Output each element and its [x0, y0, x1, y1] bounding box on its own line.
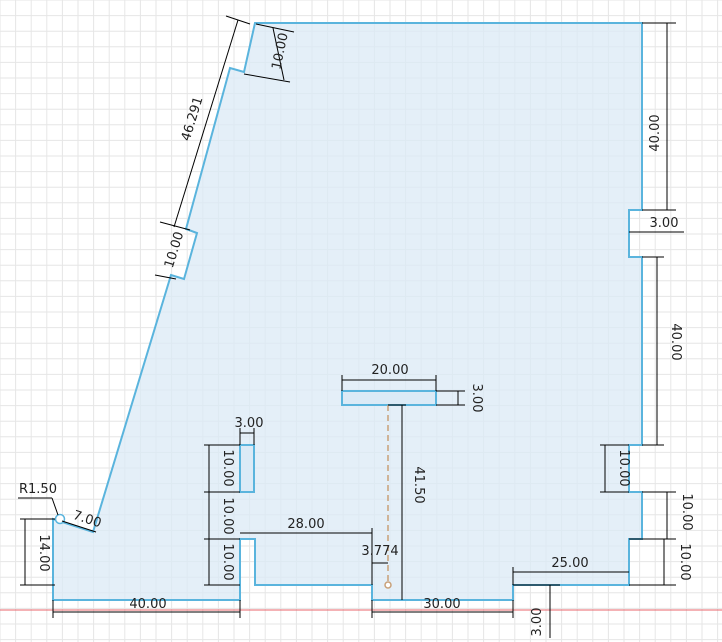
svg-text:10.00: 10.00 [677, 543, 692, 580]
svg-text:3.774: 3.774 [361, 544, 398, 559]
dim-slant-notch[interactable]: 10.00 [154, 221, 191, 280]
svg-text:25.00: 25.00 [551, 556, 588, 571]
svg-text:3.00: 3.00 [650, 216, 679, 231]
svg-text:20.00: 20.00 [371, 363, 408, 378]
svg-text:40.00: 40.00 [129, 597, 166, 612]
dim-left-stack[interactable]: 10.00 10.00 10.00 [204, 444, 240, 586]
fillet-circle[interactable] [54, 513, 66, 525]
svg-text:R1.50: R1.50 [19, 482, 57, 497]
svg-text:3.00: 3.00 [235, 416, 264, 431]
svg-text:30.00: 30.00 [423, 597, 460, 612]
svg-text:10.00: 10.00 [220, 449, 235, 486]
svg-text:10.00: 10.00 [220, 543, 235, 580]
svg-text:3.00: 3.00 [469, 384, 484, 413]
top-slot[interactable] [341, 390, 437, 406]
svg-text:40.00: 40.00 [668, 323, 683, 360]
sketch-canvas[interactable]: 10.00 46.291 10.00 40.00 3.00 40.00 10.0… [0, 0, 722, 642]
svg-text:41.50: 41.50 [411, 466, 426, 503]
svg-text:10.00: 10.00 [679, 493, 694, 530]
svg-text:3.00: 3.00 [530, 608, 545, 637]
svg-text:10.00: 10.00 [616, 449, 631, 486]
svg-text:14.00: 14.00 [36, 534, 51, 571]
svg-text:10.00: 10.00 [220, 497, 235, 534]
svg-text:28.00: 28.00 [287, 517, 324, 532]
dim-left-height[interactable]: 14.00 [20, 518, 55, 586]
dim-radius[interactable]: R1.50 [18, 482, 59, 516]
left-slot[interactable] [239, 444, 255, 493]
dim-right-mid[interactable]: 40.00 [642, 256, 683, 446]
svg-text:40.00: 40.00 [648, 114, 663, 151]
center-point[interactable] [384, 581, 392, 589]
